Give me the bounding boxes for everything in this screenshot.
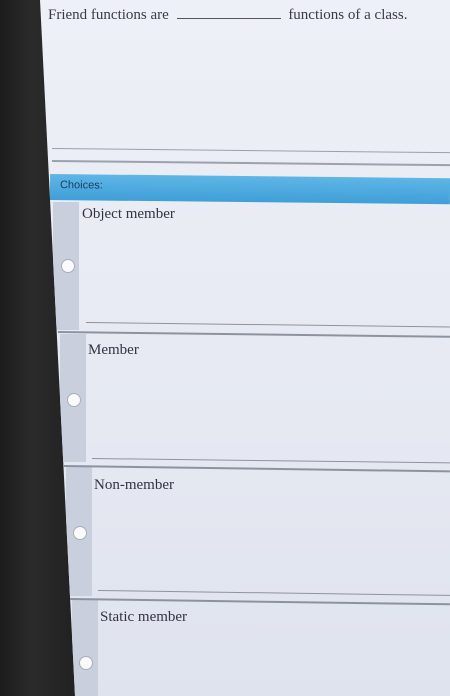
choice-radio[interactable] [61, 259, 75, 273]
question-after-blank: functions of a class. [288, 7, 408, 23]
choice-underline [97, 590, 450, 596]
choice-label: Static member [100, 609, 188, 625]
choice-divider [69, 598, 450, 606]
question-blank [176, 4, 281, 19]
choice-radio[interactable] [79, 656, 93, 670]
choice-gutter [72, 600, 98, 696]
choice-label: Object member [82, 206, 175, 222]
choice-label: Non-member [94, 477, 174, 493]
choices-header: Choices: [49, 174, 450, 205]
choice-underline [85, 322, 450, 328]
choices-header-label: Choices: [59, 179, 103, 192]
choice-label: Member [88, 342, 139, 358]
choice-divider [63, 465, 450, 473]
question-separator-thick [51, 160, 450, 167]
choice-underline [91, 458, 450, 464]
choice-radio[interactable] [73, 526, 87, 540]
question-text: Friend functions are functions of a clas… [48, 4, 448, 24]
question-separator [51, 148, 450, 154]
choice-radio[interactable] [67, 393, 81, 407]
question-before-blank: Friend functions are [48, 7, 169, 23]
choice-divider [57, 331, 450, 338]
